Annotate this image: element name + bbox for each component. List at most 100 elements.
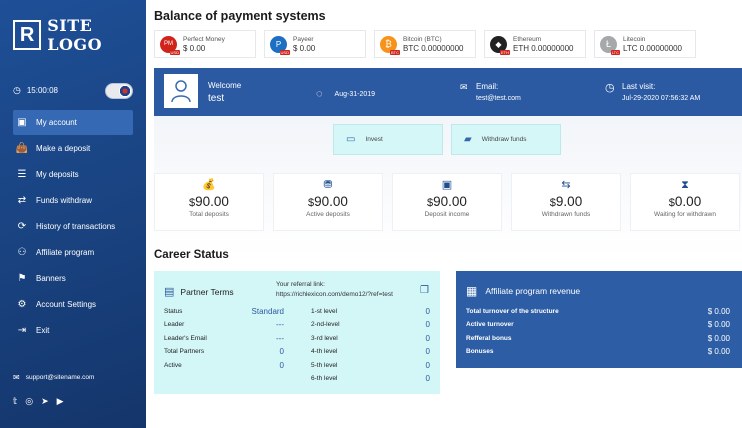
level-label: 5-th level bbox=[311, 362, 338, 369]
sidebar-item-affiliate[interactable]: ⚇ Affiliate program bbox=[13, 240, 133, 265]
partner-row-value: --- bbox=[276, 320, 284, 329]
partner-terms-panel: ▤ Partner Terms Your referral link: https… bbox=[154, 271, 440, 394]
stat-amount: 0.00 bbox=[674, 194, 702, 209]
stat-value: $9.00 bbox=[549, 194, 583, 209]
level-value: 0 bbox=[425, 361, 430, 370]
partner-row-label: Total Partners bbox=[164, 348, 205, 355]
user-icon: ▣ bbox=[17, 117, 27, 128]
sidebar-item-label: History of transactions bbox=[36, 222, 116, 231]
sidebar-item-history[interactable]: ⟳ History of transactions bbox=[13, 214, 133, 239]
stat-label: Deposit income bbox=[424, 211, 470, 218]
stat-value: $0.00 bbox=[668, 194, 702, 209]
level-label: 2-nd-level bbox=[311, 321, 340, 328]
stat-label: Active deposits bbox=[306, 211, 350, 218]
affiliate-row-value: $ 0.00 bbox=[707, 320, 730, 329]
currency-tag: ETH bbox=[500, 49, 510, 55]
sidebar-item-label: Banners bbox=[36, 274, 66, 283]
stat-waiting-withdrawn: ⧗ $0.00 Waiting for withdrawn bbox=[630, 173, 740, 231]
level-label: 1-st level bbox=[311, 308, 338, 315]
payment-name: Litecoin bbox=[623, 36, 646, 43]
stat-active-deposits: ⛃ $90.00 Active deposits bbox=[273, 173, 383, 231]
hourglass-icon: ⧗ bbox=[681, 179, 689, 191]
banner-icon: ⚑ bbox=[17, 273, 27, 284]
affiliate-row-value: $ 0.00 bbox=[707, 334, 730, 343]
us-flag-icon bbox=[119, 85, 131, 97]
site-logo[interactable]: R SITE LOGO bbox=[13, 16, 146, 54]
page-title: Balance of payment systems bbox=[154, 9, 326, 23]
welcome-username: test bbox=[208, 93, 225, 104]
affiliate-row-label: Total turnover of the structure bbox=[466, 308, 559, 315]
career-status-title: Career Status bbox=[154, 249, 229, 261]
affiliate-revenue-title: ▦ Affiliate program revenue bbox=[466, 284, 580, 298]
invest-button[interactable]: ▭ Invest bbox=[333, 124, 443, 155]
welcome-label: Welcome bbox=[208, 81, 242, 90]
partner-icon: ▤ bbox=[164, 286, 175, 298]
payment-card-bitcoin: ₿ BTC Bitcoin (BTC) BTC 0.00000000 bbox=[374, 30, 476, 58]
copy-icon[interactable]: ❐ bbox=[420, 285, 429, 296]
affiliate-icon: ⚇ bbox=[17, 247, 27, 258]
withdraw-funds-button[interactable]: ▰ Withdraw funds bbox=[451, 124, 561, 155]
stats-row: 💰 $90.00 Total deposits ⛃ $90.00 Active depo… bbox=[154, 173, 740, 231]
partner-terms-label: Partner Terms bbox=[180, 286, 234, 297]
instagram-icon[interactable]: ◎ bbox=[25, 396, 33, 407]
affiliate-row-label: Active turnover bbox=[466, 321, 514, 328]
settings-icon: ⚙ bbox=[17, 299, 27, 310]
sidebar-item-exit[interactable]: ⇥ Exit bbox=[13, 318, 133, 343]
payment-systems: PM USD Perfect Money $ 0.00 P USD Payeer $ 0… bbox=[154, 30, 696, 58]
email-value: test@test.com bbox=[476, 95, 521, 102]
avatar[interactable] bbox=[164, 74, 198, 108]
stat-label: Total deposits bbox=[189, 211, 229, 218]
sidebar-item-label: Affiliate program bbox=[36, 248, 95, 257]
partner-row-label: Leader bbox=[164, 321, 185, 328]
partner-row-value: 0 bbox=[279, 347, 284, 356]
support-email[interactable]: ✉ support@sitename.com bbox=[13, 373, 94, 382]
partner-row-label: Leader's Email bbox=[164, 335, 207, 342]
partner-terms-title: ▤ Partner Terms bbox=[164, 285, 234, 298]
stat-amount: 90.00 bbox=[314, 194, 348, 209]
level-value: 0 bbox=[425, 374, 430, 383]
payment-name: Payeer bbox=[293, 36, 314, 43]
stat-value: $90.00 bbox=[427, 194, 467, 209]
withdraw-icon: ⇄ bbox=[17, 195, 27, 206]
level-value: 0 bbox=[425, 307, 430, 316]
affiliate-row-value: $ 0.00 bbox=[707, 347, 730, 356]
sidebar-item-funds-withdraw[interactable]: ⇄ Funds withdraw bbox=[13, 188, 133, 213]
stat-withdrawn-funds: ⇆ $9.00 Withdrawn funds bbox=[511, 173, 621, 231]
sidebar-item-label: Exit bbox=[36, 326, 50, 335]
bitcoin-icon: ₿ BTC bbox=[380, 35, 400, 55]
invest-button-label: Invest bbox=[365, 136, 383, 143]
sidebar-item-make-deposit[interactable]: 👜 Make a deposit bbox=[13, 136, 133, 161]
level-value: 0 bbox=[425, 347, 430, 356]
twitter-icon[interactable]: 𝕥 bbox=[13, 396, 17, 407]
welcome-banner: Welcome test ◌ Aug-31-2019 ✉ Email: test@… bbox=[154, 68, 742, 116]
payment-logo-letter: Ł bbox=[605, 39, 611, 49]
invest-icon: ▭ bbox=[346, 134, 356, 145]
stat-value: $90.00 bbox=[308, 194, 348, 209]
referral-link[interactable]: https://richlexicon.com/demo12/?ref=test bbox=[276, 291, 393, 298]
sidebar-item-label: Make a deposit bbox=[36, 144, 91, 153]
level-label: 3-rd level bbox=[311, 335, 338, 342]
sidebar-item-label: Account Settings bbox=[36, 300, 97, 309]
sidebar-item-banners[interactable]: ⚑ Banners bbox=[13, 266, 133, 291]
logo-mark: R bbox=[13, 20, 42, 50]
payeer-icon: P USD bbox=[270, 35, 290, 55]
affiliate-row-label: Refferal bonus bbox=[466, 335, 512, 342]
affiliate-revenue-panel: ▦ Affiliate program revenue Total turnove… bbox=[456, 271, 742, 368]
affiliate-row-label: Bonuses bbox=[466, 348, 494, 355]
sidebar-item-settings[interactable]: ⚙ Account Settings bbox=[13, 292, 133, 317]
level-label: 6-th level bbox=[311, 375, 338, 382]
affiliate-row-value: $ 0.00 bbox=[707, 307, 730, 316]
support-email-text: support@sitename.com bbox=[25, 374, 95, 381]
language-toggle[interactable] bbox=[105, 83, 133, 99]
sidebar-item-label: My deposits bbox=[36, 170, 79, 179]
clock-time: 15:00:08 bbox=[26, 86, 58, 95]
social-links: 𝕥 ◎ ➤ ▶ bbox=[13, 396, 64, 407]
telegram-icon[interactable]: ➤ bbox=[41, 396, 49, 407]
youtube-icon[interactable]: ▶ bbox=[57, 396, 64, 407]
payment-logo-letter: ₿ bbox=[385, 39, 392, 49]
last-visit-label: Last visit: bbox=[622, 82, 656, 91]
payment-logo-letter: ◆ bbox=[495, 39, 502, 49]
sidebar-item-my-account[interactable]: ▣ My account bbox=[13, 110, 133, 135]
currency-tag: LTC bbox=[610, 49, 620, 55]
sidebar-item-my-deposits[interactable]: ☰ My deposits bbox=[13, 162, 133, 187]
